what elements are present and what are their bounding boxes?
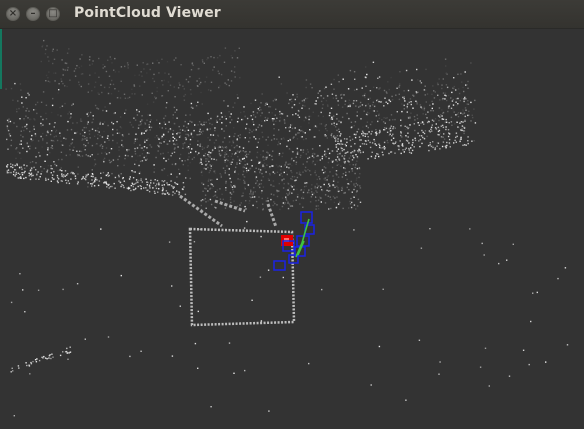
minimize-icon: – — [30, 8, 36, 19]
maximize-icon: □ — [48, 8, 58, 19]
window-title: PointCloud Viewer — [74, 5, 221, 21]
tracking-markers — [273, 211, 315, 271]
point-cloud-canvas[interactable] — [0, 29, 584, 429]
ceiling-beams — [179, 194, 278, 228]
room-outline — [188, 227, 296, 327]
left-edge-accent — [0, 29, 2, 89]
title-bar[interactable]: × – □ PointCloud Viewer — [0, 0, 584, 29]
close-button[interactable]: × — [6, 7, 20, 21]
minimize-button[interactable]: – — [26, 7, 40, 21]
point-cloud-points — [5, 39, 569, 417]
app-window: × – □ PointCloud Viewer — [0, 0, 584, 429]
maximize-button[interactable]: □ — [46, 7, 60, 21]
close-icon: × — [8, 8, 18, 19]
green-trajectory — [295, 218, 310, 258]
point-cloud-viewport[interactable] — [0, 29, 584, 429]
